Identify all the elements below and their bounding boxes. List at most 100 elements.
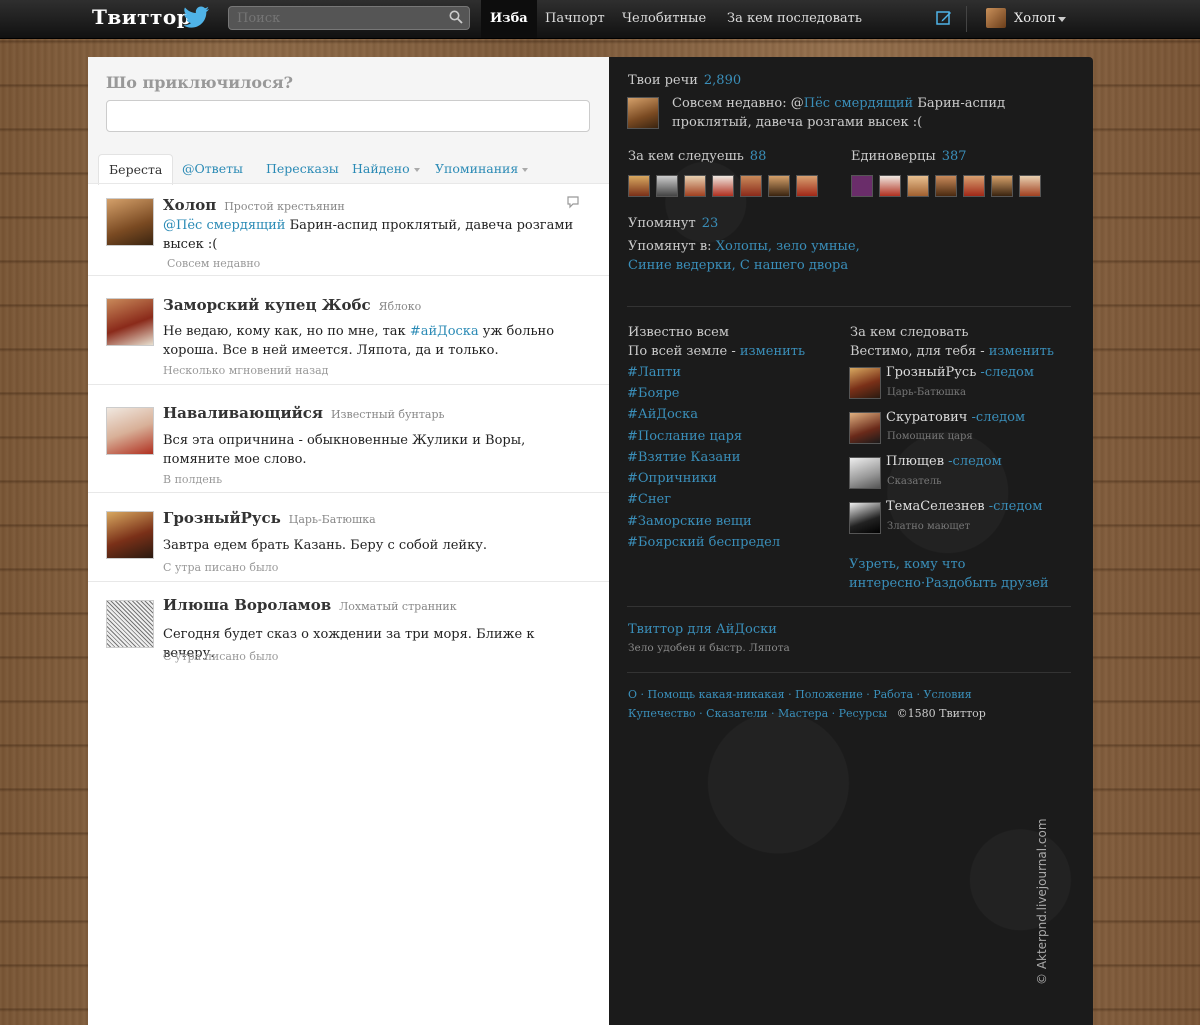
tab-mentions[interactable]: @Ответы	[172, 154, 253, 184]
footer-link[interactable]: Купечество · Сказатели · Мастера · Ресур…	[628, 707, 887, 720]
following-count[interactable]: За кем следуешь 88	[628, 149, 766, 164]
search-icon[interactable]	[449, 10, 463, 24]
nav-profile[interactable]: Пачпорт	[545, 0, 605, 38]
avatar[interactable]	[849, 457, 881, 489]
following-avatar[interactable]	[740, 175, 762, 197]
suggestion-name[interactable]: ТемаСелезнев -следом	[886, 499, 1042, 514]
avatar[interactable]	[106, 298, 154, 346]
follower-avatar[interactable]	[935, 175, 957, 197]
follower-avatar[interactable]	[963, 175, 985, 197]
follower-avatar[interactable]	[1019, 175, 1041, 197]
chevron-down-icon[interactable]	[1058, 17, 1066, 22]
mention-link[interactable]: @Пёс смердящий	[163, 218, 285, 233]
tweet-time[interactable]: С утра писано было	[163, 650, 278, 663]
search-input[interactable]	[228, 6, 470, 30]
user-menu[interactable]: Холоп	[1014, 0, 1056, 38]
trend-link[interactable]: #Лапти	[627, 365, 681, 380]
avatar[interactable]	[849, 367, 881, 399]
logo[interactable]: Твиттор	[92, 5, 191, 29]
following-avatar[interactable]	[768, 175, 790, 197]
dashboard-sidebar: Твои речи 2,890 Совсем недавно: @Пёс смер…	[609, 57, 1093, 1025]
tab-lists[interactable]: Упоминания	[425, 154, 538, 184]
tab-timeline[interactable]: Береста	[98, 154, 174, 185]
tweet-time[interactable]: Несколько мгновений назад	[163, 364, 328, 377]
compose-icon[interactable]	[936, 10, 952, 26]
footer-links[interactable]: О · Помощь какая-никакая · Положение · Р…	[628, 688, 972, 701]
avatar[interactable]	[849, 412, 881, 444]
tab-label: Упоминания	[435, 161, 519, 176]
trend-link[interactable]: #АйДоска	[627, 407, 698, 422]
avatar[interactable]	[627, 97, 659, 129]
avatar[interactable]	[106, 600, 154, 648]
tweet-author[interactable]: Илюша Вороламов Лохматый странник	[163, 596, 457, 614]
tweet-item[interactable]: ГрозныйРусь Царь-Батюшка Завтра едем брат…	[88, 492, 609, 582]
follow-link[interactable]: -следом	[972, 410, 1026, 425]
follower-avatar[interactable]	[907, 175, 929, 197]
trend-link[interactable]: #Взятие Казани	[627, 450, 740, 465]
followers-count[interactable]: Единоверцы 387	[851, 149, 967, 164]
mention-link[interactable]: Пёс смердящий	[804, 96, 913, 111]
tweet-time[interactable]: С утра писано было	[163, 561, 278, 574]
app-description: Зело удобен и быстр. Ляпота	[628, 642, 790, 654]
tweet-author[interactable]: ГрозныйРусь Царь-Батюшка	[163, 509, 376, 527]
hashtag-link[interactable]: #айДоска	[410, 324, 479, 339]
change-link[interactable]: изменить	[740, 344, 805, 359]
nav-home[interactable]: Изба	[481, 0, 537, 38]
tweet-author[interactable]: Заморский купец Жобс Яблоко	[163, 296, 421, 314]
mentioned-count[interactable]: Упомянут 23	[628, 216, 718, 231]
chevron-down-icon	[413, 167, 420, 172]
nav-who-to-follow[interactable]: За кем последовать	[727, 0, 862, 38]
tweet-item[interactable]: Заморский купец Жобс Яблоко Не ведаю, ком…	[88, 275, 609, 385]
following-avatar[interactable]	[712, 175, 734, 197]
follow-link[interactable]: -следом	[948, 454, 1002, 469]
user-avatar[interactable]	[986, 8, 1006, 28]
follow-link[interactable]: -следом	[980, 365, 1034, 380]
suggestion-name[interactable]: Плющев -следом	[886, 454, 1002, 469]
avatar[interactable]	[106, 511, 154, 559]
tab-searches[interactable]: Найдено	[342, 154, 430, 184]
trend-link[interactable]: #Опричники	[627, 471, 717, 486]
change-link[interactable]: изменить	[989, 344, 1054, 359]
tweet-text: Не ведаю, кому как, но по мне, так #айДо…	[163, 324, 555, 358]
app-link[interactable]: Твиттор для АйДоски	[628, 622, 777, 637]
find-friends-link[interactable]: ·Раздобыть друзей	[921, 576, 1049, 591]
list-link[interactable]: Холопы, зело умные,	[716, 239, 860, 254]
following-avatar[interactable]	[656, 175, 678, 197]
follow-link[interactable]: -следом	[989, 499, 1043, 514]
follower-avatar[interactable]	[991, 175, 1013, 197]
tweet-author[interactable]: Холоп Простой крестьянин	[163, 196, 345, 214]
suggestion-name[interactable]: Скуратович -следом	[886, 410, 1025, 425]
following-avatar[interactable]	[628, 175, 650, 197]
tab-retweets[interactable]: Пересказы	[256, 154, 349, 184]
tweet-input[interactable]	[106, 100, 590, 132]
list-link[interactable]: Синие ведерки, С нашего двора	[628, 258, 848, 273]
tweet-time[interactable]: В полдень	[163, 473, 222, 486]
watermark: © Akterpnd.livejournal.com	[1035, 818, 1049, 985]
tweet-item[interactable]: Холоп Простой крестьянин @Пёс смердящий Б…	[88, 183, 609, 276]
trend-link[interactable]: #Бояре	[627, 386, 680, 401]
follower-avatar[interactable]	[851, 175, 873, 197]
compose-title: Шо приключилося?	[106, 73, 294, 92]
avatar[interactable]	[849, 502, 881, 534]
suggestion-name[interactable]: ГрозныйРусь -следом	[886, 365, 1034, 380]
browse-interests-link[interactable]: интересно	[849, 576, 921, 591]
trend-link[interactable]: #Снег	[627, 492, 671, 507]
chevron-down-icon	[522, 167, 529, 172]
tweet-author[interactable]: Наваливающийся Известный бунтарь	[163, 404, 445, 422]
trend-link[interactable]: #Послание царя	[627, 429, 742, 444]
trend-link[interactable]: #Боярский беспредел	[627, 535, 780, 550]
tweet-item[interactable]: Наваливающийся Известный бунтарь Вся эта …	[88, 384, 609, 493]
nav-messages[interactable]: Челобитные	[622, 0, 706, 38]
reply-icon[interactable]	[566, 196, 580, 209]
tweet-count[interactable]: Твои речи 2,890	[628, 73, 741, 88]
trend-link[interactable]: #Заморские вещи	[627, 514, 752, 529]
tweet-item[interactable]: Илюша Вороламов Лохматый странник Сегодня…	[88, 581, 609, 672]
follower-avatar[interactable]	[879, 175, 901, 197]
avatar[interactable]	[106, 407, 154, 455]
tweet-time[interactable]: Совсем недавно	[167, 257, 260, 270]
following-avatar[interactable]	[796, 175, 818, 197]
browse-interests-link[interactable]: Узреть, кому что	[849, 557, 966, 572]
following-avatar[interactable]	[684, 175, 706, 197]
avatar[interactable]	[106, 198, 154, 246]
tweet-handle: Яблоко	[378, 300, 422, 313]
